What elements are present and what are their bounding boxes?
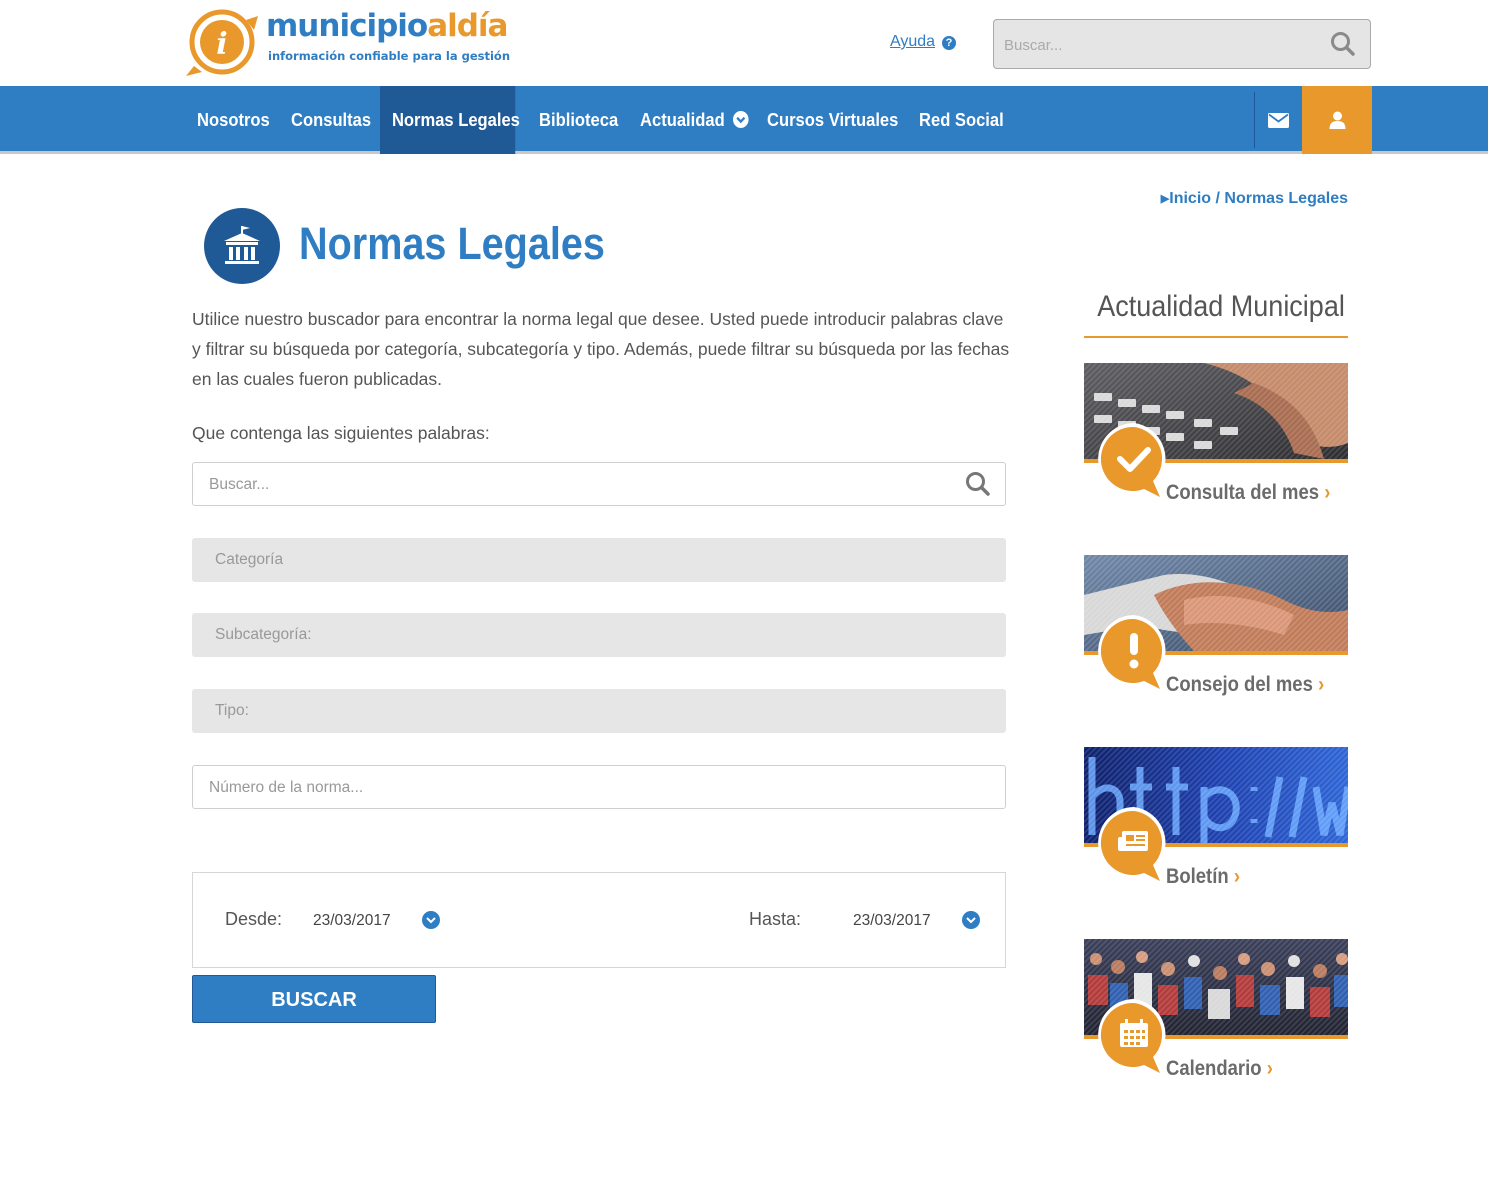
question-icon[interactable]: ?: [942, 36, 956, 50]
norm-number-field: [192, 765, 1006, 809]
logo-wordmark: municipioaldía: [266, 8, 508, 44]
search-submit-button[interactable]: BUSCAR: [192, 975, 436, 1023]
subcategory-select[interactable]: Subcategoría:: [192, 613, 1006, 657]
category-select-value: Categoría: [215, 551, 284, 568]
nav-item-cursos-virtuales[interactable]: Cursos Virtuales: [756, 86, 909, 154]
card-label: Boletín ›: [1166, 865, 1241, 888]
chevron-right-icon: ›: [1233, 865, 1241, 888]
card-label: Consulta del mes ›: [1166, 481, 1331, 504]
sidebar-divider: [1084, 336, 1348, 338]
search-icon[interactable]: [965, 471, 991, 502]
search-icon[interactable]: [1330, 31, 1356, 62]
caret-right-icon: ▶: [1160, 193, 1170, 205]
card-label: Calendario ›: [1166, 1057, 1273, 1080]
chevron-down-icon[interactable]: [962, 911, 980, 929]
date-range-box: Desde: 23/03/2017 Hasta: 23/03/2017: [192, 872, 1006, 968]
type-select-value: Tipo:: [215, 702, 249, 719]
institution-icon: [204, 208, 280, 284]
sidebar-card-consulta-del-mes[interactable]: Consulta del mes ›: [1084, 363, 1348, 513]
page-title: Normas Legales: [299, 218, 605, 269]
check-icon: [1098, 423, 1166, 503]
nav-item-actualidad[interactable]: Actualidad: [629, 86, 760, 154]
subcategory-select-value: Subcategoría:: [215, 626, 312, 643]
site-logo[interactable]: i municipioaldía información confiable p…: [184, 6, 510, 78]
intro-paragraph: Utilice nuestro buscador para encontrar …: [192, 309, 1010, 389]
sidebar-card-calendario[interactable]: Calendario ›: [1084, 939, 1348, 1089]
help-link[interactable]: Ayuda: [890, 33, 935, 51]
to-date-value[interactable]: 23/03/2017: [853, 912, 931, 930]
newspaper-icon: [1098, 807, 1166, 887]
breadcrumb-text[interactable]: Inicio / Normas Legales: [1169, 190, 1348, 207]
nav-item-consultas[interactable]: Consultas: [280, 86, 382, 154]
chevron-right-icon: ›: [1266, 1057, 1273, 1080]
chevron-down-icon: [732, 111, 749, 128]
sidebar-card-boletin[interactable]: Boletín ›: [1084, 747, 1348, 897]
from-date-value[interactable]: 23/03/2017: [313, 912, 391, 930]
sidebar-title: Actualidad Municipal: [1097, 290, 1345, 323]
header-search-input[interactable]: [1004, 34, 1304, 56]
norm-number-input[interactable]: [209, 777, 929, 799]
chevron-right-icon: ›: [1324, 481, 1331, 504]
nav-item-red-social[interactable]: Red Social: [908, 86, 1015, 154]
category-select[interactable]: Categoría: [192, 538, 1006, 582]
keywords-label: Que contenga las siguientes palabras:: [192, 423, 490, 443]
exclamation-icon: [1098, 615, 1166, 695]
chevron-down-icon[interactable]: [422, 911, 440, 929]
user-icon[interactable]: [1302, 86, 1372, 154]
nav-item-biblioteca[interactable]: Biblioteca: [528, 86, 629, 154]
sidebar-card-consejo-del-mes[interactable]: Consejo del mes ›: [1084, 555, 1348, 705]
logo-tagline: información confiable para la gestión: [268, 49, 510, 63]
nav-item-actualidad-label: Actualidad: [640, 110, 725, 130]
type-select[interactable]: Tipo:: [192, 689, 1006, 733]
main-navbar: Nosotros Consultas Normas Legales Biblio…: [0, 86, 1488, 154]
keywords-input[interactable]: [209, 474, 929, 496]
to-date-label: Hasta:: [749, 909, 802, 929]
keywords-field: [192, 462, 1006, 506]
envelope-icon[interactable]: [1255, 86, 1302, 154]
header-search-box: [993, 19, 1371, 69]
nav-item-nosotros[interactable]: Nosotros: [186, 86, 281, 154]
card-label: Consejo del mes ›: [1166, 673, 1325, 696]
from-date-label: Desde:: [225, 909, 283, 929]
calendar-icon: [1098, 999, 1166, 1079]
nav-item-normas-legales[interactable]: Normas Legales: [380, 86, 520, 154]
logo-info-icon: i: [186, 9, 258, 76]
top-header: i municipioaldía información confiable p…: [0, 0, 1488, 86]
svg-text:i: i: [216, 27, 227, 62]
breadcrumb[interactable]: ▶Inicio / Normas Legales: [1161, 190, 1348, 208]
chevron-right-icon: ›: [1318, 673, 1325, 696]
